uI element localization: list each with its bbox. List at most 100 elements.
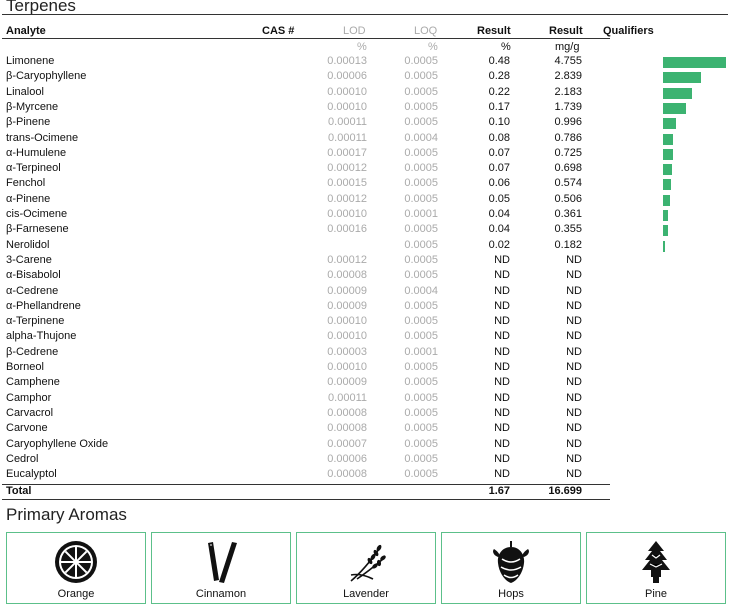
table-row: cis-Ocimene 0.00010 0.0001 0.04 0.361 — [0, 208, 732, 223]
qualifier-bar — [663, 57, 726, 68]
result-mg: 0.725 — [554, 146, 582, 159]
analyte-name: Cedrol — [6, 452, 39, 465]
lod-value: 0.00006 — [327, 452, 367, 465]
analyte-name: α-Phellandrene — [6, 299, 81, 312]
header-lod: LOD — [343, 25, 366, 37]
analyte-name: Carvacrol — [6, 406, 54, 419]
result-pct: ND — [494, 269, 510, 282]
analyte-name: Camphor — [6, 391, 52, 404]
lod-value: 0.00012 — [327, 162, 367, 175]
analyte-name: α-Humulene — [6, 146, 67, 159]
hops-cone-icon — [493, 541, 529, 583]
loq-value: 0.0005 — [404, 116, 438, 129]
aroma-card-cinnamon: Cinnamon — [151, 532, 291, 604]
cinnamon-sticks-icon — [208, 542, 237, 583]
result-pct: 0.28 — [488, 70, 510, 83]
table-row: trans-Ocimene 0.00011 0.0004 0.08 0.786 — [0, 132, 732, 147]
table-row: β-Cedrene 0.00003 0.0001 ND ND — [0, 346, 732, 361]
result-pct: ND — [494, 437, 510, 450]
result-mg: 2.183 — [554, 85, 582, 98]
result-mg: ND — [566, 391, 582, 404]
analyte-name: Eucalyptol — [6, 468, 57, 481]
aroma-label-cinnamon: Cinnamon — [195, 588, 247, 600]
analyte-name: β-Myrcene — [6, 100, 59, 113]
result-pct: ND — [494, 422, 510, 435]
lod-value: 0.00008 — [327, 468, 367, 481]
lod-value: 0.00015 — [327, 177, 367, 190]
lod-value: 0.00007 — [327, 437, 367, 450]
lod-value: 0.00010 — [327, 315, 367, 328]
loq-value: 0.0001 — [404, 345, 438, 358]
result-mg: ND — [566, 284, 582, 297]
result-pct: ND — [494, 376, 510, 389]
lod-value: 0.00009 — [327, 284, 367, 297]
analyte-name: β-Caryophyllene — [6, 70, 87, 83]
result-pct: 0.17 — [488, 100, 510, 113]
loq-value: 0.0005 — [404, 452, 438, 465]
analyte-name: 3-Carene — [6, 253, 52, 266]
result-mg: 0.506 — [554, 192, 582, 205]
aroma-label-orange: Orange — [57, 588, 95, 600]
analyte-name: alpha-Thujone — [6, 330, 77, 343]
result-mg: ND — [566, 269, 582, 282]
analyte-name: α-Terpineol — [6, 162, 61, 175]
result-mg: ND — [566, 452, 582, 465]
lod-value: 0.00012 — [327, 253, 367, 266]
terpenes-title-rule — [2, 14, 728, 15]
table-row: α-Terpinene 0.00010 0.0005 ND ND — [0, 315, 732, 330]
loq-value: 0.0005 — [404, 330, 438, 343]
loq-value: 0.0005 — [404, 146, 438, 159]
loq-value: 0.0001 — [404, 208, 438, 220]
lod-value: 0.00011 — [328, 391, 367, 404]
table-row: Borneol 0.00010 0.0005 ND ND — [0, 361, 732, 376]
result-pct: ND — [494, 299, 510, 312]
qualifier-bar — [663, 148, 673, 160]
result-pct: 0.05 — [488, 192, 510, 205]
table-row: Nerolidol 0.0005 0.02 0.182 — [0, 239, 732, 254]
header-loq: LOQ — [414, 25, 438, 37]
aroma-label-hops: Hops — [498, 588, 524, 600]
result-pct: 0.48 — [488, 55, 510, 67]
loq-value: 0.0005 — [404, 422, 438, 435]
table-row: α-Humulene 0.00017 0.0005 0.07 0.725 — [0, 147, 732, 162]
loq-value: 0.0005 — [404, 406, 438, 419]
total-mg: 16.699 — [548, 485, 582, 497]
table-row: α-Terpineol 0.00012 0.0005 0.07 0.698 — [0, 162, 732, 177]
analyte-name: Camphene — [6, 376, 60, 389]
result-pct: 0.08 — [488, 131, 510, 144]
result-mg: 0.361 — [554, 208, 582, 220]
qualifier-bar — [663, 118, 677, 130]
table-row: β-Farnesene 0.00016 0.0005 0.04 0.355 — [0, 223, 732, 238]
loq-value: 0.0005 — [404, 85, 438, 98]
header-qualifiers: Qualifiers — [603, 25, 654, 37]
result-pct: ND — [494, 361, 510, 373]
header-analyte: Analyte — [6, 25, 46, 37]
result-pct: 0.22 — [488, 85, 510, 98]
table-row: Eucalyptol 0.00008 0.0005 ND ND — [0, 468, 732, 483]
result-mg: ND — [566, 468, 582, 481]
lod-value: 0.00010 — [327, 85, 367, 98]
analyte-name: Borneol — [6, 361, 44, 373]
analyte-name: β-Pinene — [6, 116, 51, 129]
table-row: Fenchol 0.00015 0.0005 0.06 0.574 — [0, 177, 732, 192]
lod-value: 0.00013 — [327, 55, 367, 67]
table-row: β-Caryophyllene 0.00006 0.0005 0.28 2.839 — [0, 70, 732, 85]
lod-value: 0.00010 — [327, 361, 367, 373]
aroma-card-hops: Hops — [441, 532, 581, 604]
loq-value: 0.0005 — [404, 162, 438, 175]
result-mg: ND — [566, 299, 582, 312]
result-pct: 0.06 — [488, 177, 510, 190]
aroma-label-lavender: Lavender — [343, 588, 389, 600]
table-row: α-Phellandrene 0.00009 0.0005 ND ND — [0, 300, 732, 315]
unit-lod: % — [357, 41, 367, 53]
loq-value: 0.0004 — [404, 131, 438, 144]
analyte-name: α-Pinene — [6, 192, 51, 205]
lod-value: 0.00011 — [328, 131, 367, 144]
table-row: Cedrol 0.00006 0.0005 ND ND — [0, 453, 732, 468]
loq-value: 0.0005 — [404, 238, 438, 251]
total-row: Total 1.67 16.699 — [0, 485, 732, 500]
analyte-name: Linalool — [6, 85, 44, 98]
header-result-mg: Result — [549, 25, 583, 37]
result-pct: ND — [494, 253, 510, 266]
result-pct: ND — [494, 452, 510, 465]
